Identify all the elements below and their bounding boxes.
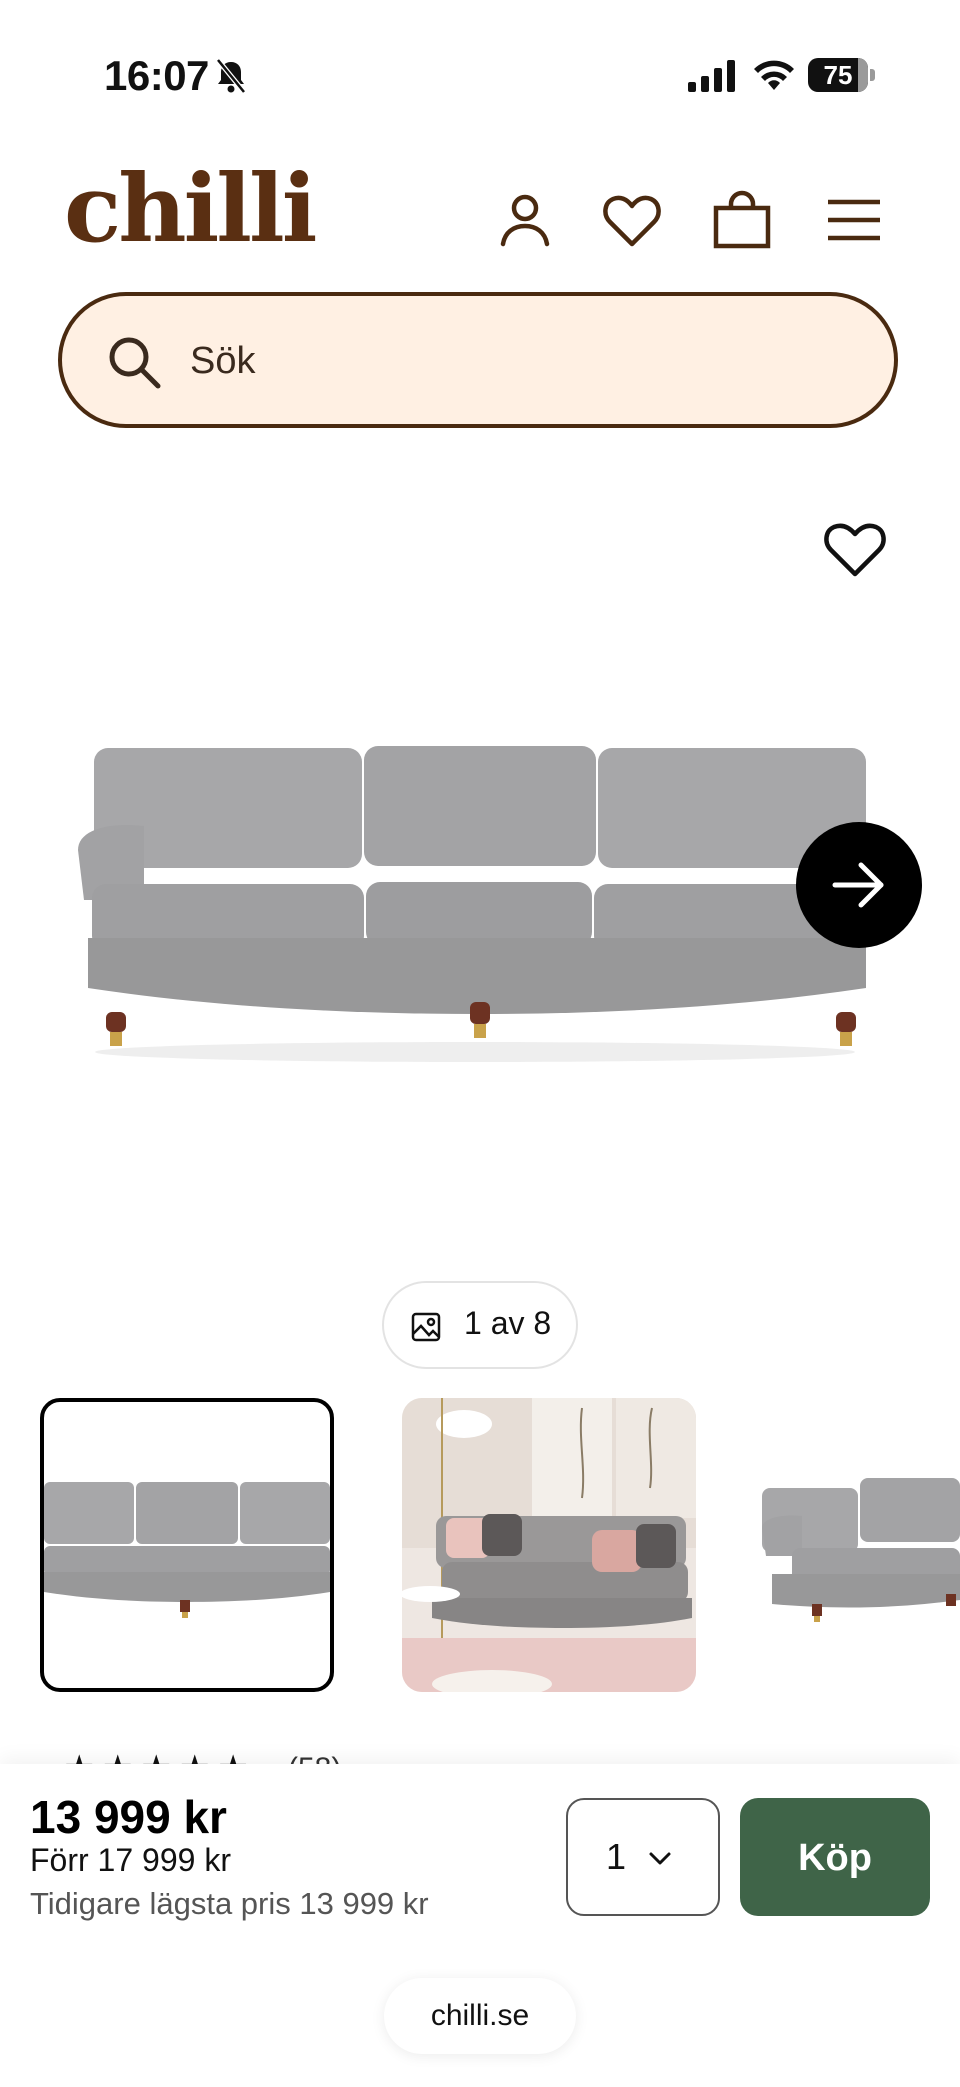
image-counter[interactable]: 1 av 8	[382, 1281, 578, 1369]
status-bar: 16:07 75	[0, 0, 960, 140]
quantity-value: 1	[606, 1836, 627, 1877]
buy-button[interactable]: Köp	[740, 1798, 930, 1916]
chevron-down-icon	[646, 1844, 674, 1872]
battery-icon: 75	[808, 58, 876, 94]
search-bar[interactable]: Sök	[58, 292, 898, 428]
cellular-signal-icon	[688, 58, 736, 94]
image-icon	[410, 1311, 442, 1343]
battery-level: 75	[823, 60, 853, 90]
search-icon	[106, 334, 162, 390]
wifi-icon	[752, 56, 796, 92]
current-price: 13 999 kr	[30, 1791, 227, 1843]
previous-price: Förr 17 999 kr	[30, 1842, 231, 1878]
thumbnail-3[interactable]	[762, 1398, 960, 1692]
search-input[interactable]: Sök	[190, 340, 255, 383]
lowest-price-note: Tidigare lägsta pris 13 999 kr	[30, 1886, 429, 1921]
browser-url-bar[interactable]: chilli.se	[384, 1978, 576, 2054]
thumbnail-2[interactable]	[402, 1398, 696, 1692]
brand-logo[interactable]: chilli	[64, 162, 317, 256]
product-image-sofa[interactable]	[70, 730, 880, 1070]
thumbnail-1[interactable]	[40, 1398, 334, 1692]
favorite-heart-icon[interactable]	[820, 516, 890, 580]
wishlist-heart-icon[interactable]	[600, 188, 664, 252]
arrow-right-icon	[832, 862, 884, 908]
status-time: 16:07	[104, 52, 209, 99]
image-counter-label: 1 av 8	[464, 1305, 552, 1341]
next-image-button[interactable]	[796, 822, 922, 948]
silent-bell-icon	[214, 58, 248, 94]
account-icon[interactable]	[493, 188, 557, 252]
shopping-bag-icon[interactable]	[710, 188, 774, 252]
menu-hamburger-icon[interactable]	[822, 188, 886, 252]
quantity-select[interactable]: 1	[566, 1798, 720, 1916]
